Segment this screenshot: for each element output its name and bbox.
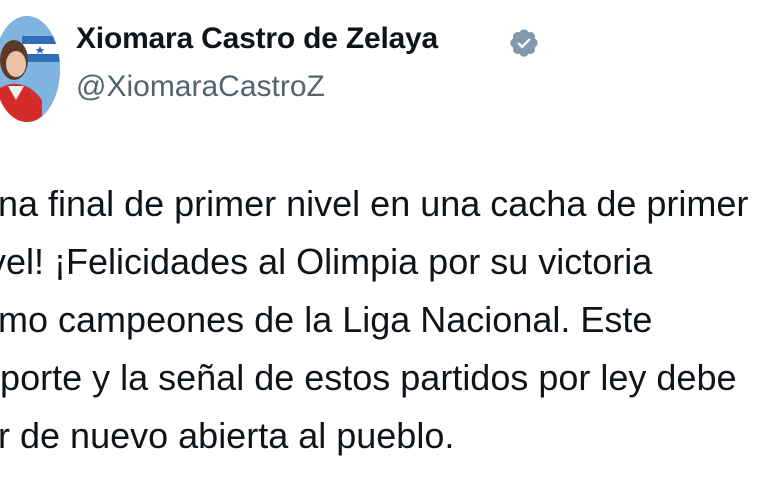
- tweet-line: ser de nuevo abierta al pueblo.: [0, 415, 455, 456]
- author-handle[interactable]: @XiomaraCastroZ: [76, 70, 325, 104]
- tweet-line: deporte y la señal de estos partidos por…: [0, 357, 737, 398]
- tweet-screenshot: Xiomara Castro de Zelaya @XiomaraCastroZ…: [0, 0, 765, 500]
- author-name[interactable]: Xiomara Castro de Zelaya: [76, 22, 438, 56]
- profile-photo-icon: [0, 16, 60, 122]
- tweet-line: como campeones de la Liga Nacional. Este: [0, 299, 653, 340]
- verified-badge-icon: [510, 29, 538, 57]
- tweet-line: nivel! ¡Felicidades al Olimpia por su vi…: [0, 241, 653, 282]
- tweet-text: ¡Una final de primer nivel en una cacha …: [0, 180, 765, 470]
- avatar[interactable]: [0, 16, 60, 122]
- tweet-line: ¡Una final de primer nivel en una cacha …: [0, 183, 749, 224]
